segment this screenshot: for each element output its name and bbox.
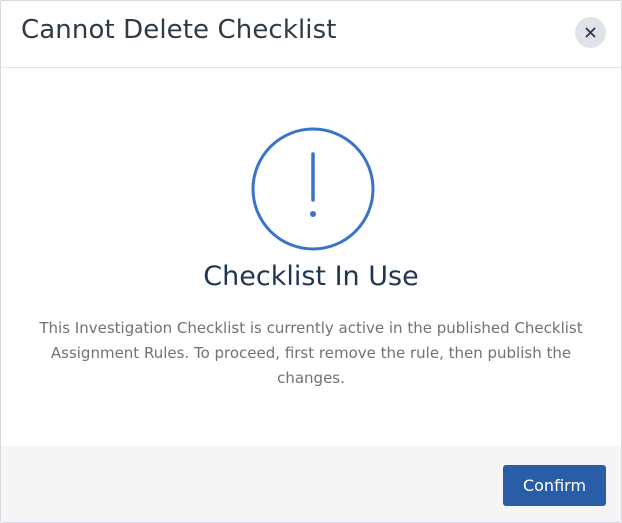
dialog-header: Cannot Delete Checklist <box>1 1 621 68</box>
exclamation-circle-icon <box>251 127 375 251</box>
dialog-message: This Investigation Checklist is currentl… <box>39 319 583 387</box>
confirm-button[interactable]: Confirm <box>503 465 606 506</box>
dialog-heading: Checklist In Use <box>203 261 419 292</box>
dialog-body: Checklist In Use This Investigation Chec… <box>1 69 621 446</box>
dialog-footer: Confirm <box>1 446 621 522</box>
close-icon <box>585 27 596 38</box>
close-button[interactable] <box>575 17 606 48</box>
dialog-title: Cannot Delete Checklist <box>21 15 337 45</box>
cannot-delete-dialog: Cannot Delete Checklist Checklist In Use… <box>0 0 622 523</box>
